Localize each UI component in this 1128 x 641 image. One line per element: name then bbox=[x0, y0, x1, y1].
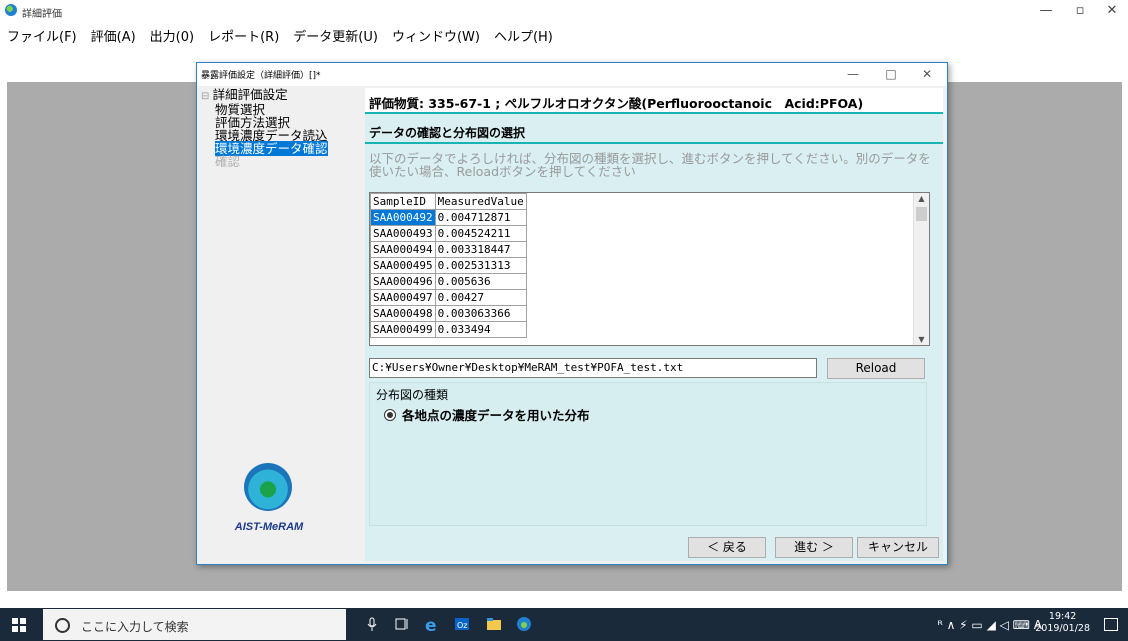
table-row[interactable]: SAA000499 0.033494 bbox=[370, 321, 527, 338]
menu-item-1[interactable]: 評価(A) bbox=[84, 28, 143, 48]
scroll-down-icon[interactable]: ▼ bbox=[914, 335, 929, 344]
edge-browser-icon[interactable]: e bbox=[424, 616, 440, 632]
measured-value-cell[interactable]: 0.004524211 bbox=[434, 225, 527, 242]
column-header[interactable]: MeasuredValue bbox=[434, 193, 527, 210]
logo-text: AIST-MeRAM bbox=[234, 521, 304, 533]
dialog-minimize-button[interactable]: — bbox=[839, 65, 867, 83]
table-row[interactable]: SAA000493 0.004524211 bbox=[370, 225, 527, 242]
sample-id-cell[interactable]: SAA000494 bbox=[370, 241, 436, 258]
svg-text:Oz: Oz bbox=[457, 621, 468, 630]
system-tray-icons[interactable]: ᴿ ∧ ⚡ ▭ ◢ ◁ ⌨ A bbox=[938, 618, 1042, 632]
reload-button[interactable]: Reload bbox=[827, 358, 925, 379]
measured-value-cell[interactable]: 0.005636 bbox=[434, 273, 527, 290]
app-titlebar: 詳細評価 — ▫ ✕ bbox=[0, 0, 1128, 22]
table-row[interactable]: SAA000496 0.005636 bbox=[370, 273, 527, 290]
radio-selected-icon[interactable] bbox=[384, 409, 396, 421]
cancel-button[interactable]: キャンセル bbox=[857, 537, 939, 558]
outlook-icon[interactable]: Oz bbox=[454, 616, 470, 632]
table-row[interactable]: SAA000495 0.002531313 bbox=[370, 257, 527, 274]
tree-root[interactable]: ⊟ 詳細評価設定 bbox=[201, 88, 359, 103]
distribution-label: 分布図の種類 bbox=[376, 388, 449, 402]
sample-id-cell[interactable]: SAA000497 bbox=[370, 289, 436, 306]
meram-logo: AIST-MeRAM bbox=[217, 463, 327, 553]
tree-item-confirm[interactable]: 確認 bbox=[201, 155, 359, 168]
meram-app-icon[interactable] bbox=[516, 616, 532, 632]
content-panel: 評価物質: 335-67-1 ; ペルフルオロオクタン酸(Perfluorooc… bbox=[365, 88, 943, 561]
dialog-maximize-button[interactable]: □ bbox=[877, 65, 905, 83]
menu-item-3[interactable]: レポート(R) bbox=[201, 28, 286, 48]
sample-id-cell[interactable]: SAA000498 bbox=[370, 305, 436, 322]
sample-id-cell[interactable]: SAA000495 bbox=[370, 257, 436, 274]
scroll-thumb[interactable] bbox=[916, 207, 927, 221]
settings-tree: ⊟ 詳細評価設定 物質選択 評価方法選択 環境濃度データ読込 環境濃度データ確認… bbox=[201, 88, 359, 388]
exposure-settings-dialog: 暴露評価設定（詳細評価）[]* — □ ✕ ⊟ 詳細評価設定 物質選択 評価方法… bbox=[196, 62, 948, 565]
table-row[interactable]: SAA000497 0.00427 bbox=[370, 289, 527, 306]
table-row[interactable]: SAA000498 0.003063366 bbox=[370, 305, 527, 322]
sample-id-cell[interactable]: SAA000492 bbox=[370, 209, 436, 226]
measured-value-cell[interactable]: 0.004712871 bbox=[434, 209, 527, 226]
measured-value-cell[interactable]: 0.033494 bbox=[434, 321, 527, 338]
globe-logo-icon bbox=[244, 463, 292, 511]
task-view-icon[interactable] bbox=[394, 616, 410, 632]
measured-value-cell[interactable]: 0.00427 bbox=[434, 289, 527, 306]
measured-value-cell[interactable]: 0.003318447 bbox=[434, 241, 527, 258]
vertical-scrollbar[interactable]: ▲ ▼ bbox=[913, 193, 929, 345]
data-grid[interactable]: SampleID MeasuredValue SAA000492 0.0047128… bbox=[369, 192, 930, 346]
substance-label: 評価物質: 335-67-1 ; ペルフルオロオクタン酸(Perfluorooc… bbox=[369, 96, 864, 111]
measured-value-cell[interactable]: 0.003063366 bbox=[434, 305, 527, 322]
clock-time: 19:42 bbox=[1048, 611, 1077, 622]
microphone-icon[interactable] bbox=[364, 616, 380, 632]
clock[interactable]: 19:42 2019/01/28 bbox=[1035, 611, 1090, 635]
menu-item-2[interactable]: 出力(0) bbox=[143, 28, 201, 48]
menu-item-6[interactable]: ヘルプ(H) bbox=[487, 28, 560, 48]
back-button[interactable]: ＜ 戻る bbox=[688, 537, 766, 558]
table-row[interactable]: SAA000494 0.003318447 bbox=[370, 241, 527, 258]
app-title: 詳細評価 bbox=[22, 9, 62, 20]
clock-date: 2019/01/28 bbox=[1035, 623, 1090, 634]
sample-id-cell[interactable]: SAA000493 bbox=[370, 225, 436, 242]
next-button[interactable]: 進む ＞ bbox=[775, 537, 853, 558]
menu-item-4[interactable]: データ更新(U) bbox=[286, 28, 385, 48]
restore-button[interactable]: ▫ bbox=[1064, 2, 1096, 20]
file-path-field[interactable]: C:¥Users¥Owner¥Desktop¥MeRAM_test¥POFA_t… bbox=[369, 358, 817, 378]
menu-bar: ファイル(F) 評価(A) 出力(0) レポート(R) データ更新(U) ウィンドウ(W)… bbox=[0, 28, 560, 48]
dialog-title: 暴露評価設定（詳細評価）[]* bbox=[201, 71, 321, 81]
taskbar-search-box[interactable]: ここに入力して検索 bbox=[43, 609, 346, 640]
windows-start-icon[interactable] bbox=[12, 618, 26, 632]
distribution-group: 分布図の種類 各地点の濃度データを用いた分布 bbox=[369, 382, 927, 526]
app-icon bbox=[5, 4, 17, 16]
sample-id-cell[interactable]: SAA000496 bbox=[370, 273, 436, 290]
svg-text:e: e bbox=[425, 616, 437, 632]
scroll-up-icon[interactable]: ▲ bbox=[914, 194, 929, 203]
distribution-radio-option[interactable]: 各地点の濃度データを用いた分布 bbox=[384, 405, 590, 424]
minimize-button[interactable]: — bbox=[1030, 2, 1062, 20]
measured-value-cell[interactable]: 0.002531313 bbox=[434, 257, 527, 274]
menu-item-0[interactable]: ファイル(F) bbox=[0, 28, 84, 48]
notification-icon[interactable] bbox=[1104, 618, 1118, 631]
data-table: SampleID MeasuredValue SAA000492 0.0047128… bbox=[370, 193, 527, 338]
dialog-titlebar: 暴露評価設定（詳細評価）[]* — □ ✕ bbox=[197, 63, 947, 86]
column-header[interactable]: SampleID bbox=[370, 193, 436, 210]
instruction-text: 以下のデータでよろしければ、分布図の種類を選択し、進むボタンを押してください。別… bbox=[369, 151, 931, 179]
table-row[interactable]: SAA000492 0.004712871 bbox=[370, 209, 527, 226]
section-bar: データの確認と分布図の選択 bbox=[365, 118, 943, 144]
sample-id-cell[interactable]: SAA000499 bbox=[370, 321, 436, 338]
search-icon bbox=[55, 618, 70, 633]
menu-item-5[interactable]: ウィンドウ(W) bbox=[385, 28, 487, 48]
substance-bar: 評価物質: 335-67-1 ; ペルフルオロオクタン酸(Perfluorooc… bbox=[365, 88, 943, 114]
file-explorer-icon[interactable] bbox=[486, 616, 502, 632]
dialog-close-button[interactable]: ✕ bbox=[913, 65, 941, 83]
search-placeholder: ここに入力して検索 bbox=[81, 620, 189, 634]
section-title: データの確認と分布図の選択 bbox=[369, 126, 526, 140]
taskbar: ここに入力して検索 e Oz ᴿ ∧ ⚡ ▭ ◢ ◁ ⌨ A 19:42 201… bbox=[0, 608, 1128, 641]
close-button[interactable]: ✕ bbox=[1096, 2, 1128, 20]
